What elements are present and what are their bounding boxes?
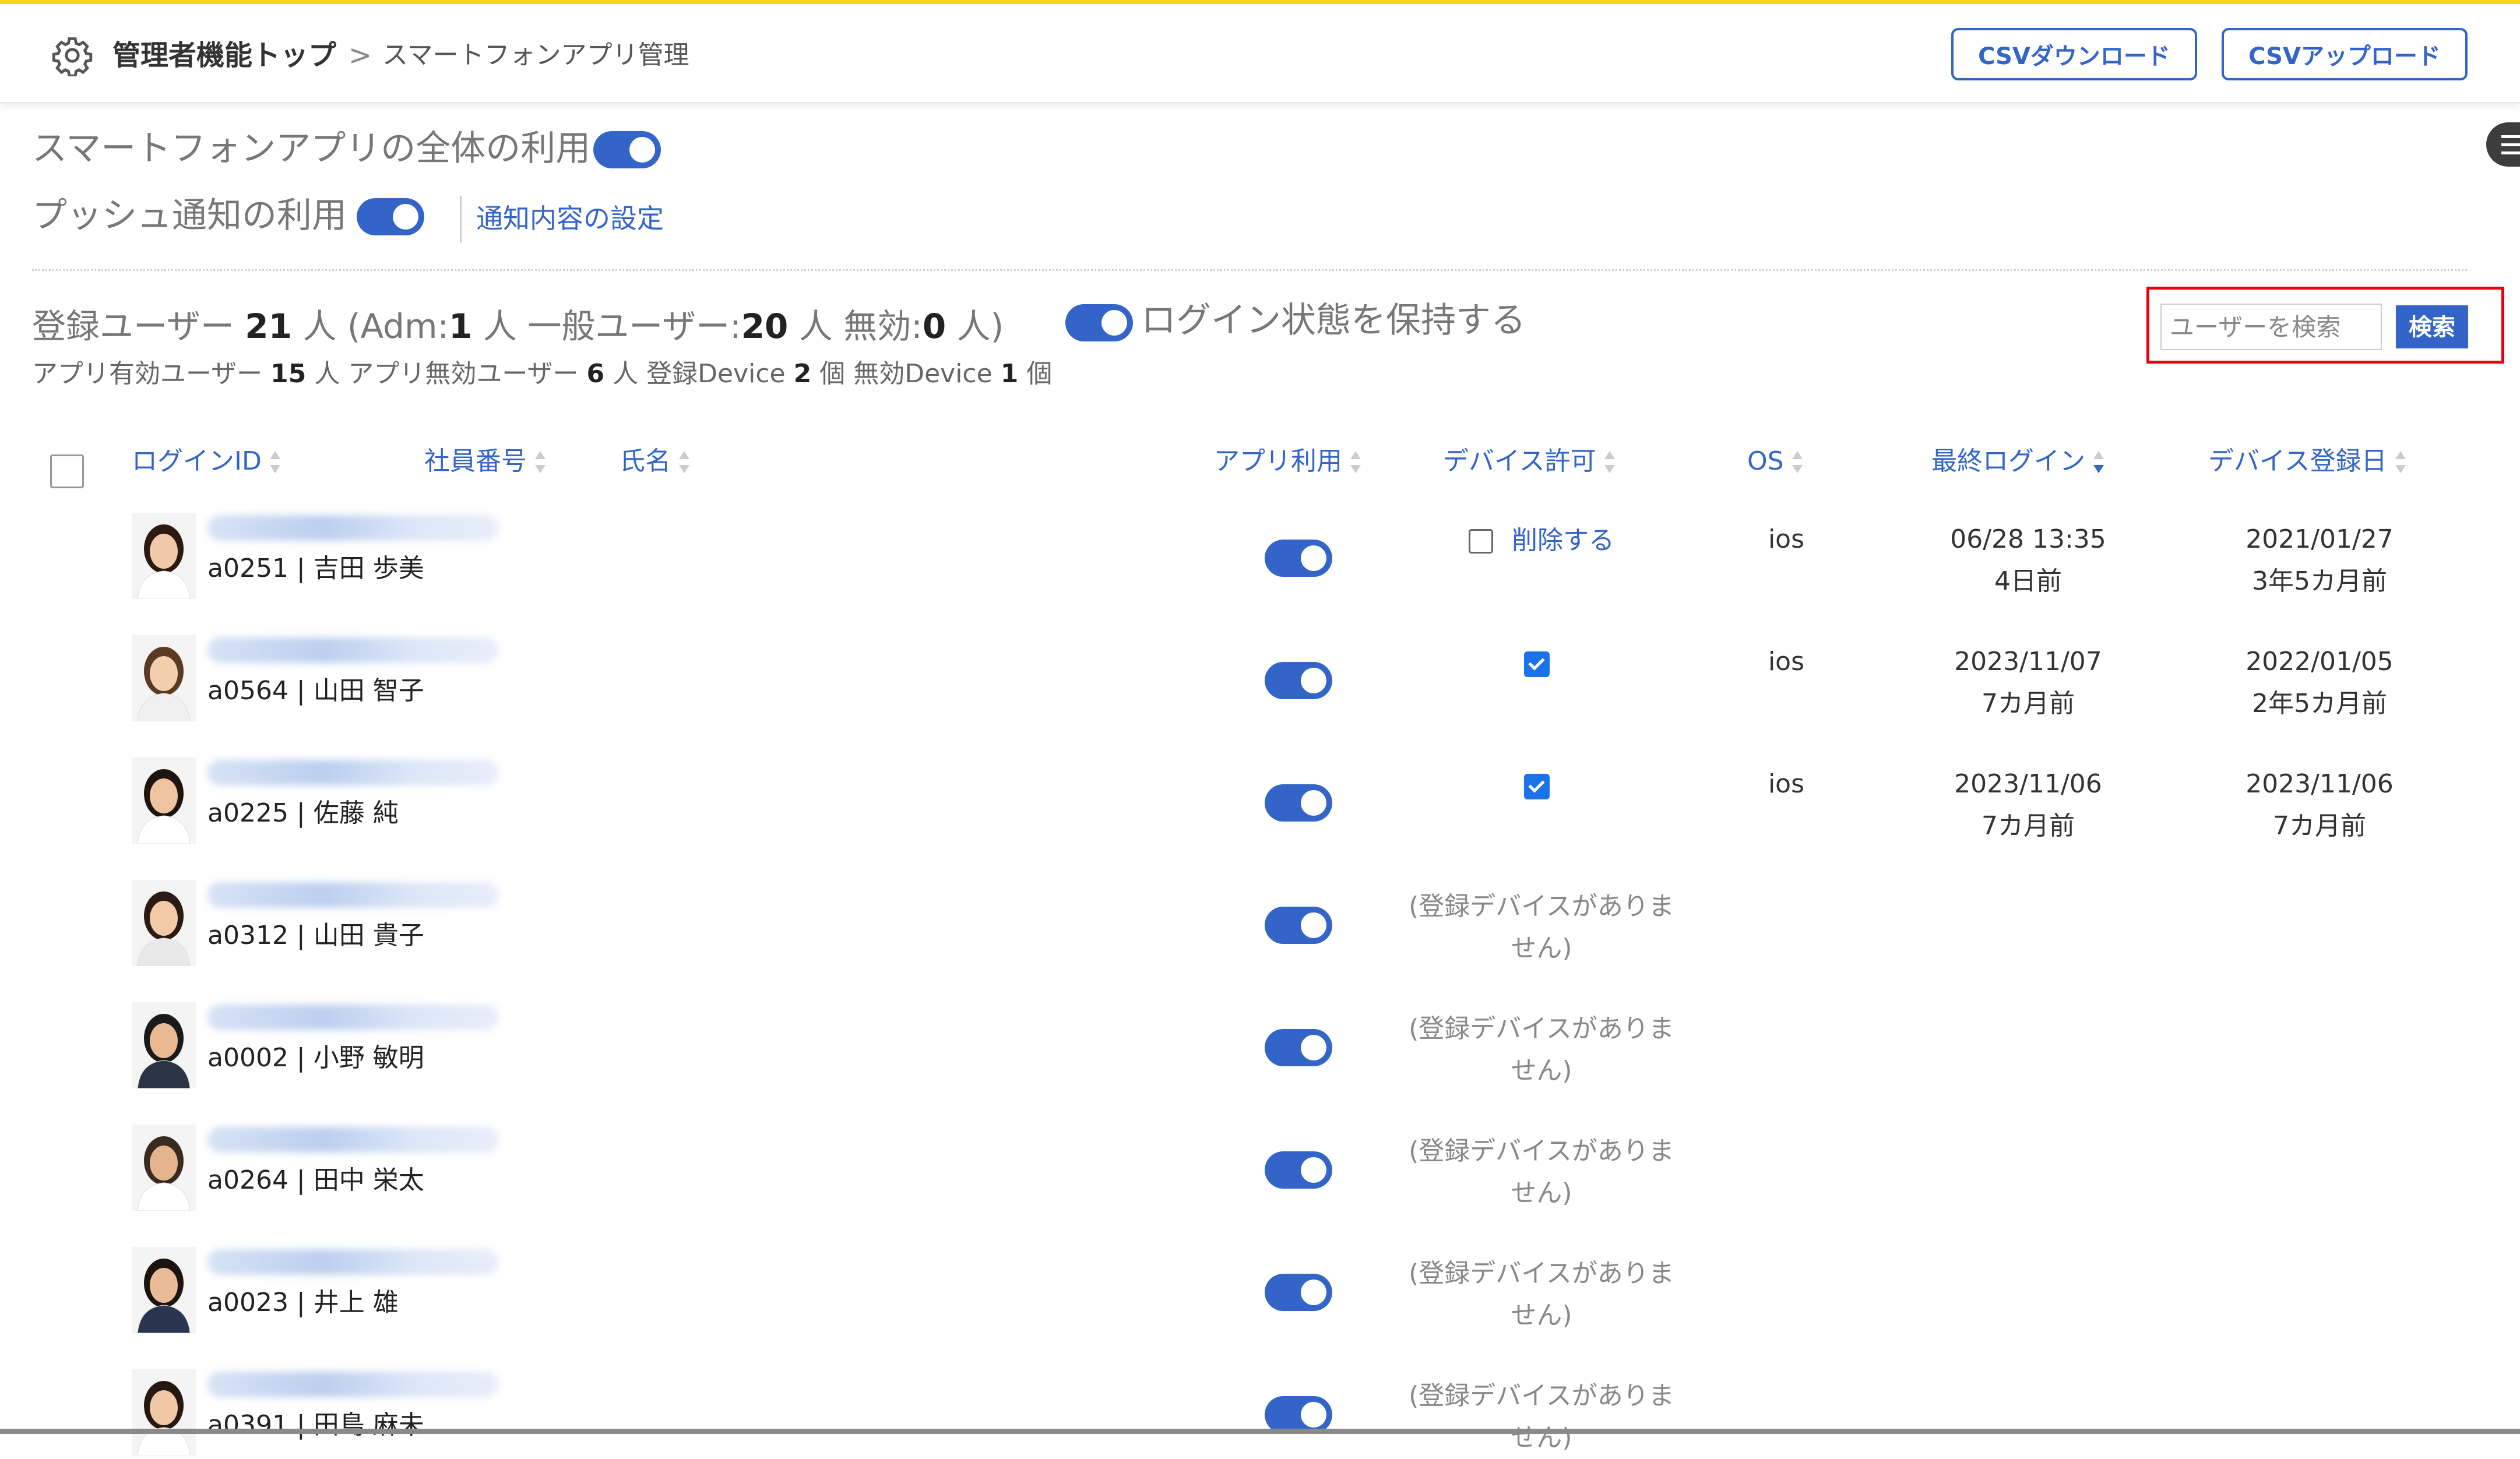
last-login-date: 06/28 13:35 — [1950, 524, 2106, 554]
app-usage-row-toggle[interactable] — [1265, 540, 1332, 577]
app-usage-row-toggle[interactable] — [1265, 907, 1332, 944]
page-header: 管理者機能トップ > スマートフォンアプリ管理 CSVダウンロード CSVアップ… — [0, 4, 2520, 103]
column-login-id[interactable]: ログインID — [132, 444, 281, 479]
last-login-relative: 4日前 — [1994, 566, 2062, 596]
keep-login-label: ログイン状態を保持する — [1141, 300, 1526, 341]
last-login-date: 2023/11/06 — [1954, 769, 2102, 799]
device-registered-date: 2022/01/05 — [2246, 647, 2394, 676]
app-usage-row-toggle[interactable] — [1265, 662, 1332, 699]
avatar — [132, 1369, 196, 1456]
select-all-checkbox[interactable] — [50, 454, 84, 488]
sort-icon — [269, 449, 281, 477]
last-login-date: 2023/11/07 — [1954, 647, 2102, 676]
os-value: ios — [1768, 647, 1805, 676]
section-divider — [32, 269, 2467, 271]
push-notification-label: プッシュ通知の利用 — [32, 195, 347, 236]
app-usage-toggle[interactable] — [593, 131, 661, 168]
last-login-relative: 7カ月前 — [1981, 689, 2075, 718]
sort-icon — [1603, 449, 1616, 477]
blurred-login-id — [207, 1127, 499, 1153]
blurred-login-id — [207, 1005, 499, 1030]
menu-icon[interactable] — [2486, 122, 2520, 167]
os-value: ios — [1768, 769, 1805, 799]
user-search-input[interactable] — [2160, 304, 2382, 350]
app-usage-row-toggle[interactable] — [1265, 1029, 1332, 1066]
user-stats: 登録ユーザー 21 人 (Adm:1 人 一般ユーザー:20 人 無効:0 人) — [32, 306, 1004, 346]
sort-icon — [1791, 449, 1804, 477]
user-id-name: a0251 | 吉田 歩美 — [207, 554, 424, 583]
avatar — [132, 635, 196, 721]
no-device-text: (登録デバイスがありません) — [1409, 1014, 1674, 1086]
device-registered-relative: 7カ月前 — [2273, 811, 2366, 841]
gear-icon — [52, 37, 93, 76]
app-usage-row-toggle[interactable] — [1265, 1396, 1332, 1433]
avatar — [132, 1247, 196, 1333]
column-last-login[interactable]: 最終ログイン — [1931, 444, 2105, 479]
os-value: ios — [1768, 524, 1805, 554]
top-accent-bar — [0, 0, 2520, 4]
user-id-name: a0312 | 山田 貴子 — [207, 921, 424, 950]
breadcrumb-separator: > — [349, 39, 372, 72]
blurred-login-id — [207, 1372, 499, 1397]
notification-settings-link[interactable]: 通知内容の設定 — [476, 198, 664, 239]
device-registered-date: 2023/11/06 — [2246, 769, 2394, 799]
sort-icon — [534, 449, 547, 477]
keep-login-toggle[interactable] — [1065, 304, 1133, 341]
delete-device-link[interactable]: 削除する — [1512, 520, 1614, 562]
avatar — [132, 757, 196, 844]
breadcrumb-current: スマートフォンアプリ管理 — [382, 40, 689, 70]
csv-download-button[interactable]: CSVダウンロード — [1951, 28, 2197, 80]
device-permission-checkbox[interactable] — [1524, 774, 1550, 799]
device-permission-checkbox[interactable] — [1524, 651, 1550, 677]
blurred-login-id — [207, 760, 499, 785]
user-id-name: a0225 | 佐藤 純 — [207, 798, 399, 828]
bottom-edge — [0, 1429, 2520, 1434]
avatar — [132, 1125, 196, 1211]
blurred-login-id — [207, 882, 499, 908]
no-device-text: (登録デバイスがありません) — [1409, 1136, 1674, 1208]
breadcrumb-admin-top[interactable]: 管理者機能トップ — [112, 34, 336, 76]
sort-icon — [1349, 449, 1362, 477]
avatar — [132, 513, 196, 599]
app-usage-row-toggle[interactable] — [1265, 1151, 1332, 1189]
device-registered-relative: 2年5カ月前 — [2252, 689, 2387, 718]
no-device-text: (登録デバイスがありません) — [1409, 1259, 1674, 1330]
app-usage-row-toggle[interactable] — [1265, 1274, 1332, 1311]
sort-icon — [678, 449, 691, 477]
column-os[interactable]: OS — [1747, 444, 1804, 479]
delete-device-checkbox[interactable] — [1469, 529, 1493, 554]
blurred-login-id — [207, 1249, 499, 1275]
user-id-name: a0264 | 田中 栄太 — [207, 1165, 424, 1195]
column-device-permission[interactable]: デバイス許可 — [1443, 444, 1616, 479]
device-registered-date: 2021/01/27 — [2246, 524, 2394, 554]
no-device-text: (登録デバイスがありません) — [1409, 891, 1674, 963]
divider — [460, 196, 462, 242]
blurred-login-id — [207, 637, 499, 663]
user-id-name: a0002 | 小野 敏明 — [207, 1043, 424, 1073]
push-notification-toggle[interactable] — [357, 198, 424, 235]
device-registered-relative: 3年5カ月前 — [2252, 566, 2387, 596]
user-id-name: a0023 | 井上 雄 — [207, 1288, 399, 1317]
sort-icon — [2394, 449, 2407, 477]
user-id-name: a0564 | 山田 智子 — [207, 676, 424, 706]
last-login-relative: 7カ月前 — [1981, 811, 2075, 841]
column-name[interactable]: 氏名 — [620, 444, 691, 479]
avatar — [132, 880, 196, 966]
user-id-name: a0391 | 田島 麻未 — [207, 1410, 424, 1440]
column-app-usage[interactable]: アプリ利用 — [1214, 444, 1362, 479]
column-device-registered[interactable]: デバイス登録日 — [2208, 444, 2407, 479]
app-usage-label: スマートフォンアプリの全体の利用 — [32, 128, 591, 169]
csv-upload-button[interactable]: CSVアップロード — [2222, 28, 2468, 80]
search-button[interactable]: 検索 — [2396, 305, 2468, 348]
no-device-text: (登録デバイスがありません) — [1409, 1381, 1674, 1453]
sort-icon — [2092, 449, 2105, 477]
app-usage-row-toggle[interactable] — [1265, 784, 1332, 822]
column-employee-no[interactable]: 社員番号 — [424, 444, 547, 479]
app-stats: アプリ有効ユーザー 15 人 アプリ無効ユーザー 6 人 登録Device 2 … — [32, 359, 1053, 389]
avatar — [132, 1002, 196, 1088]
blurred-login-id — [207, 515, 499, 541]
